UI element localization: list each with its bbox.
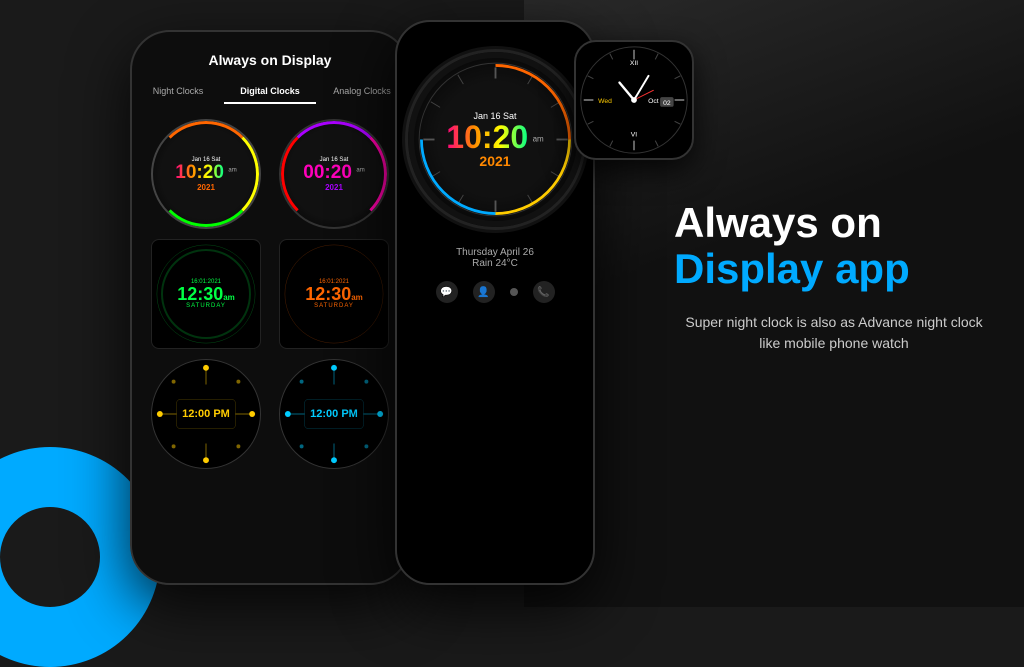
clock5-time: 12:00 PM — [182, 408, 230, 420]
phone2-clock: Jan 16 Sat 10:20 am 2021 — [408, 52, 583, 227]
phone2-icon-messages: 💬 — [436, 281, 458, 303]
clock5-content: 12:00 PM — [182, 408, 230, 420]
svg-text:Wed: Wed — [598, 98, 612, 105]
phone2-screen: Jan 16 Sat 10:20 am 2021 Thursday April … — [397, 22, 593, 583]
clock1-face: Jan 16 Sat 10:20 am 2021 — [151, 119, 261, 229]
clock-grid: Jan 16 Sat 10:20 am 2021 — [142, 119, 398, 469]
clock3-face: 16:01:2021 12:30am SATURDAY — [151, 239, 261, 349]
phone2-weather-date: Thursday April 26 — [456, 247, 534, 258]
phone2-ampm: am — [533, 134, 544, 143]
phone2-rain: Rain 24°C — [456, 258, 534, 269]
phone2-body: Jan 16 Sat 10:20 am 2021 Thursday April … — [395, 20, 595, 585]
clock1-year: 2021 — [175, 183, 236, 192]
clock6-content: 12:00 PM — [310, 408, 358, 420]
svg-text:02: 02 — [663, 100, 671, 107]
tab-digital-clocks[interactable]: Digital Clocks — [224, 80, 316, 104]
clock6-time: 12:00 PM — [310, 408, 358, 420]
clock6-container[interactable]: 12:00 PM — [275, 359, 393, 469]
watch-svg: XII 3 VI Wed Oct 02 — [576, 42, 692, 158]
phone1-body: Always on Display Night Clocks Digital C… — [130, 30, 410, 585]
clock4-face: 16:01:2021 12:30am SATURDAY — [279, 239, 389, 349]
clock2-time: 00:20 — [303, 162, 352, 183]
clock2-year: 2021 — [303, 183, 364, 192]
phone2-icon-contact: 👤 — [473, 281, 495, 303]
clock3-container[interactable]: 16:01:2021 12:30am SATURDAY — [147, 239, 265, 349]
phone2-year: 2021 — [446, 153, 543, 169]
phone2-weather: Thursday April 26 Rain 24°C — [456, 247, 534, 269]
right-title-line2: Display app — [674, 246, 994, 292]
clock5-face: 12:00 PM — [151, 359, 261, 469]
tab-night-clocks[interactable]: Night Clocks — [132, 80, 224, 104]
clock4-svg — [280, 240, 388, 348]
clock2-container[interactable]: Jan 16 Sat 00:20 am 2021 — [275, 119, 393, 229]
phone2-icons: 💬 👤 📞 — [436, 281, 555, 303]
clock1-content: Jan 16 Sat 10:20 am 2021 — [175, 157, 236, 192]
svg-text:Oct: Oct — [648, 98, 659, 105]
phone1-title: Always on Display — [142, 52, 398, 68]
phone1-screen: Always on Display Night Clocks Digital C… — [132, 32, 408, 583]
clock2-ampm: am — [356, 167, 364, 173]
clock3-svg — [152, 240, 260, 348]
phone2-wrapper: Jan 16 Sat 10:20 am 2021 Thursday April … — [395, 20, 595, 590]
clock2-face: Jan 16 Sat 00:20 am 2021 — [279, 119, 389, 229]
svg-text:XII: XII — [630, 60, 638, 67]
phone2-icon-phone: 📞 — [533, 281, 555, 303]
clock1-time: 10:20 — [175, 162, 224, 183]
watch-face: XII 3 VI Wed Oct 02 — [574, 40, 694, 160]
right-title-line1: Always on — [674, 200, 994, 246]
phone2-icon-dot — [510, 288, 518, 296]
tabs-container: Night Clocks Digital Clocks Analog Clock… — [132, 80, 408, 104]
watch-widget: XII 3 VI Wed Oct 02 — [574, 40, 694, 160]
clock2-content: Jan 16 Sat 00:20 am 2021 — [303, 157, 364, 192]
clock1-ampm: am — [228, 167, 236, 173]
phone1-wrapper: Always on Display Night Clocks Digital C… — [130, 30, 420, 590]
clock5-container[interactable]: 12:00 PM — [147, 359, 265, 469]
right-description: Super night clock is also as Advance nig… — [674, 312, 994, 354]
clock6-face: 12:00 PM — [279, 359, 389, 469]
clock4-container[interactable]: 16:01:2021 12:30am SATURDAY — [275, 239, 393, 349]
clock1-container[interactable]: Jan 16 Sat 10:20 am 2021 — [147, 119, 265, 229]
phone2-time: 10:20 — [446, 119, 528, 155]
right-content: Always on Display app Super night clock … — [674, 200, 994, 354]
phone2-clock-content: Jan 16 Sat 10:20 am 2021 — [446, 111, 543, 169]
svg-text:VI: VI — [631, 132, 638, 139]
